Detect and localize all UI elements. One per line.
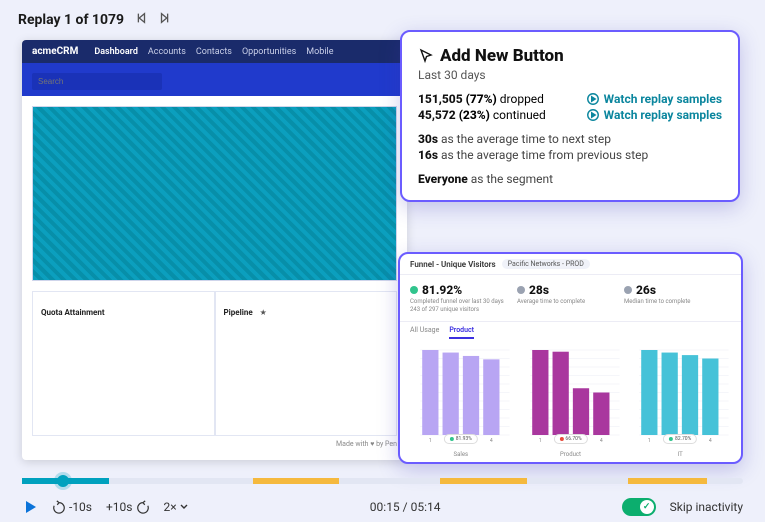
tooltip-subtitle: Last 30 days [418, 68, 722, 82]
status-dot-icon [517, 286, 525, 294]
app-nav: acmeCRM Dashboard Accounts Contacts Oppo… [22, 40, 407, 63]
card-title: Quota Attainment [41, 308, 105, 317]
project-chip[interactable]: Pacific Networks - PROD [502, 259, 590, 269]
funnel-header: Funnel - Unique Visitors Pacific Network… [400, 254, 741, 275]
watch-replay-continued-link[interactable]: Watch replay samples [586, 108, 722, 122]
segment-line: Everyone as the segment [418, 172, 722, 186]
app-brand: acmeCRM [32, 46, 78, 57]
forward-10s-button[interactable]: +10s [106, 500, 150, 514]
playback-time: 00:15 / 05:14 [370, 500, 441, 514]
dropped-stat: 151,505 (77%) dropped [418, 92, 576, 106]
chevron-down-icon [179, 502, 189, 512]
svg-text:4: 4 [490, 438, 493, 444]
play-button[interactable] [22, 499, 38, 515]
continued-stat: 45,572 (23%) continued [418, 108, 576, 122]
status-dot-icon [410, 286, 418, 294]
card-pipeline: Pipeline ★ [215, 291, 398, 436]
forward-icon [136, 500, 150, 514]
dashboard-cards-row: Quota Attainment Pipeline ★ [32, 291, 397, 436]
play-circle-icon [586, 92, 600, 106]
player-controls: -10s +10s 2× 00:15 / 05:14 ✓ Skip inacti… [22, 498, 743, 516]
funnel-tabs: All Usage Product [400, 322, 741, 339]
nav-dashboard[interactable]: Dashboard [94, 47, 138, 57]
star-icon: ★ [260, 308, 267, 317]
element-analytics-tooltip: Add New Button Last 30 days 151,505 (77%… [400, 30, 740, 202]
funnel-kpi-row: 81.92% Completed funnel over last 30 day… [400, 275, 741, 322]
avg-time-prev: 16s as the average time from previous st… [418, 148, 722, 162]
svg-text:1: 1 [648, 438, 651, 444]
svg-text:1: 1 [429, 438, 432, 444]
nav-opportunities[interactable]: Opportunities [242, 47, 296, 57]
search-input[interactable] [32, 73, 162, 90]
funnel-title: Funnel - Unique Visitors [410, 260, 496, 269]
chart-it: 1234 82.70% IT [629, 345, 731, 458]
chart-value-pill: 81.93% [444, 434, 478, 444]
status-dot-icon [624, 286, 632, 294]
kpi-median-time: 26s Median time to complete [624, 283, 731, 313]
bar-chart: 1234 [410, 345, 512, 445]
recorded-app-window: acmeCRM Dashboard Accounts Contacts Oppo… [22, 40, 407, 460]
nav-mobile[interactable]: Mobile [306, 47, 333, 57]
bar-chart: 1234 [520, 345, 622, 445]
tab-product[interactable]: Product [449, 326, 474, 339]
avg-time-next: 30s as the average time to next step [418, 132, 722, 146]
svg-text:1: 1 [539, 438, 542, 444]
chart-value-pill: 82.70% [663, 434, 697, 444]
rewind-10s-button[interactable]: -10s [52, 500, 92, 514]
tab-all-usage[interactable]: All Usage [410, 326, 439, 339]
rewind-icon [52, 500, 66, 514]
bar-chart: 1234 [629, 345, 731, 445]
chart-axis-label: Sales [410, 451, 512, 458]
card-quota-attainment: Quota Attainment [32, 291, 215, 436]
skip-inactivity-label: Skip inactivity [670, 500, 743, 514]
app-search-bar [22, 63, 407, 96]
funnel-dashboard: Funnel - Unique Visitors Pacific Network… [398, 252, 743, 464]
chart-axis-label: IT [629, 451, 731, 458]
nav-accounts[interactable]: Accounts [148, 47, 186, 57]
kpi-completion: 81.92% Completed funnel over last 30 day… [410, 283, 517, 313]
timeline-scrubber[interactable] [57, 475, 69, 487]
chart-sales: 1234 81.93% Sales [410, 345, 512, 458]
prev-replay-button[interactable] [134, 10, 148, 29]
replay-counter: Replay 1 of 1079 [18, 12, 124, 28]
kpi-avg-time: 28s Average time to complete [517, 283, 624, 313]
svg-text:4: 4 [600, 438, 603, 444]
dashboard-hero-panel [32, 106, 397, 281]
cursor-icon [418, 48, 434, 64]
chart-axis-label: Product [520, 451, 622, 458]
app-footer-credit: Made with ♥ by Pen [22, 436, 407, 452]
playback-speed-button[interactable]: 2× [164, 500, 189, 514]
chart-value-pill: 66.70% [553, 434, 587, 444]
next-replay-button[interactable] [158, 10, 172, 29]
tooltip-title: Add New Button [418, 46, 722, 66]
watch-replay-dropped-link[interactable]: Watch replay samples [586, 92, 722, 106]
card-title: Pipeline [224, 308, 253, 317]
svg-text:4: 4 [709, 438, 712, 444]
skip-inactivity-toggle[interactable]: ✓ [622, 498, 656, 516]
play-circle-icon [586, 108, 600, 122]
toggle-knob: ✓ [640, 500, 654, 514]
chart-product: 1234 66.70% Product [520, 345, 622, 458]
funnel-charts-row: 1234 81.93% Sales 1234 66.70% Product 12… [400, 339, 741, 464]
nav-contacts[interactable]: Contacts [196, 47, 232, 57]
player-timeline[interactable] [22, 478, 743, 484]
